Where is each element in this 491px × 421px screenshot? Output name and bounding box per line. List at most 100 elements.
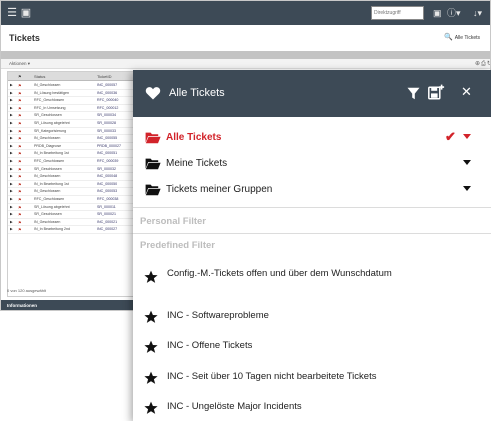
table-row[interactable]: ▶ ⚑ SR_Geschlossen SR_000032 <box>8 166 133 174</box>
ticket-id-cell[interactable]: INC_000051 <box>97 150 117 158</box>
status-cell: IN_Lösung bestätigen <box>34 90 69 95</box>
direct-access-input[interactable] <box>371 6 424 20</box>
expand-row-icon[interactable]: ▶ <box>10 90 13 98</box>
table-row[interactable]: ▶ ⚑ IN_Geschlossen INC_000048 <box>8 173 133 181</box>
ticket-id-cell[interactable]: INC_000050 <box>97 181 117 189</box>
predefined-filter-item[interactable]: Config.-M.-Tickets offen und über dem Wu… <box>133 268 491 296</box>
user-menu[interactable]: ↓▾ <box>473 7 482 19</box>
predefined-filter-item[interactable]: INC - Softwareprobleme <box>133 310 491 324</box>
heart-icon[interactable] <box>145 85 161 101</box>
ticket-id-cell[interactable]: SR_000021 <box>97 211 116 219</box>
expand-row-icon[interactable]: ▶ <box>10 128 13 136</box>
ticket-id-cell[interactable]: RFC_000012 <box>97 105 118 113</box>
ticket-id-cell[interactable]: INC_000036 <box>97 90 117 98</box>
chevron-down-icon[interactable] <box>463 160 471 165</box>
chevron-down-icon[interactable] <box>463 186 471 191</box>
expand-row-icon[interactable]: ▶ <box>10 219 13 227</box>
predefined-filter-item[interactable]: INC - Offene Tickets <box>133 340 491 354</box>
expand-row-icon[interactable]: ▶ <box>10 211 13 219</box>
grid-header: ⚑ Status TicketID <box>8 72 133 81</box>
expand-row-icon[interactable]: ▶ <box>10 112 13 120</box>
status-cell: IN_In Bearbeitung 2nd <box>34 227 70 232</box>
ticket-id-cell[interactable]: INC_000055 <box>97 135 117 143</box>
ticket-type-icon: ⚑ <box>18 212 22 218</box>
ticket-group-item[interactable]: Meine Tickets <box>133 151 491 177</box>
ticket-type-icon: ⚑ <box>18 181 22 187</box>
table-row[interactable]: ▶ ⚑ RFC_Geschlossen RFC_000039 <box>8 158 133 166</box>
all-tickets-button[interactable]: 🔍 Alle Tickets <box>444 33 480 43</box>
ticket-id-cell[interactable]: INC_000057 <box>97 82 117 90</box>
ticket-id-cell[interactable]: INC_000048 <box>97 173 117 181</box>
status-cell: RFC_Geschlossen <box>34 98 65 103</box>
ticket-group-item[interactable]: Tickets meiner Gruppen <box>133 177 491 203</box>
close-icon[interactable]: ✕ <box>461 85 472 99</box>
ticket-id-cell[interactable]: RFC_000039 <box>97 158 118 166</box>
chevron-down-icon[interactable] <box>463 134 471 139</box>
ticket-id-cell[interactable]: SR_000032 <box>97 166 116 174</box>
menu-icon[interactable]: ☰ <box>6 7 18 19</box>
ticket-id-cell[interactable]: SR_000034 <box>97 112 116 120</box>
expand-row-icon[interactable]: ▶ <box>10 226 13 234</box>
ticket-id-cell[interactable]: INC_000027 <box>97 226 117 234</box>
predefined-filter-item[interactable]: INC - Ungelöste Major Incidents <box>133 401 491 415</box>
table-row[interactable]: ▶ ⚑ RFC_In Umsetzung RFC_000012 <box>8 105 133 113</box>
ticket-id-cell[interactable]: SR_000028 <box>97 120 116 128</box>
expand-row-icon[interactable]: ▶ <box>10 120 13 128</box>
table-row[interactable]: ▶ ⚑ IN_Geschlossen INC_000053 <box>8 188 133 196</box>
expand-row-icon[interactable]: ▶ <box>10 158 13 166</box>
expand-row-icon[interactable]: ▶ <box>10 166 13 174</box>
expand-row-icon[interactable]: ▶ <box>10 82 13 90</box>
table-row[interactable]: ▶ ⚑ IN_Geschlossen INC_000057 <box>8 82 133 90</box>
status-cell: IN_In Bearbeitung 1st <box>34 151 69 156</box>
ticket-id-cell[interactable]: INC_000053 <box>97 188 117 196</box>
flag-column-icon: ⚑ <box>18 74 22 79</box>
table-row[interactable]: ▶ ⚑ RFC_Geschlossen RFC_000040 <box>8 97 133 105</box>
table-row[interactable]: ▶ ⚑ IN_In Bearbeitung 1st INC_000051 <box>8 150 133 158</box>
save-filter-icon[interactable] <box>428 84 445 100</box>
section-divider <box>133 233 491 234</box>
table-row[interactable]: ▶ ⚑ IN_In Bearbeitung 1st INC_000050 <box>8 181 133 189</box>
table-row[interactable]: ▶ ⚑ SR_Lösung abgelehnt SR_000028 <box>8 120 133 128</box>
ticket-id-cell[interactable]: INC_000021 <box>97 219 117 227</box>
predefined-filter-item[interactable]: INC - Seit über 10 Tagen nicht bearbeite… <box>133 371 491 385</box>
ticket-id-cell[interactable]: PRDB_000027 <box>97 143 121 151</box>
expand-row-icon[interactable]: ▶ <box>10 188 13 196</box>
window-icon[interactable]: ▣ <box>433 7 442 19</box>
table-row[interactable]: ▶ ⚑ IN_Lösung bestätigen INC_000036 <box>8 90 133 98</box>
information-label[interactable]: Informationen <box>7 303 37 308</box>
star-icon <box>144 401 158 414</box>
divider-strip <box>1 51 490 59</box>
ticket-group-item[interactable]: Alle Tickets ✔ <box>133 125 491 151</box>
expand-row-icon[interactable]: ▶ <box>10 135 13 143</box>
filter-icon[interactable] <box>407 87 420 100</box>
expand-row-icon[interactable]: ▶ <box>10 150 13 158</box>
section-divider <box>133 207 491 208</box>
grid-tool-icons[interactable]: ⊕⎙↻ <box>475 60 490 68</box>
table-row[interactable]: ▶ ⚑ IN_In Bearbeitung 2nd INC_000027 <box>8 226 133 234</box>
workspace-icon[interactable]: ▣ <box>20 7 32 19</box>
expand-row-icon[interactable]: ▶ <box>10 181 13 189</box>
expand-row-icon[interactable]: ▶ <box>10 105 13 113</box>
column-header-ticketid[interactable]: TicketID <box>97 72 112 81</box>
ticket-id-cell[interactable]: RFC_000040 <box>97 97 118 105</box>
ticket-id-cell[interactable]: RFC_000038 <box>97 196 118 204</box>
table-row[interactable]: ▶ ⚑ RFC_Geschlossen RFC_000038 <box>8 196 133 204</box>
ticket-id-cell[interactable]: SR_000033 <box>97 128 116 136</box>
table-row[interactable]: ▶ ⚑ IN_Geschlossen INC_000021 <box>8 219 133 227</box>
table-row[interactable]: ▶ ⚑ IN_Geschlossen INC_000055 <box>8 135 133 143</box>
column-header-status[interactable]: Status <box>34 72 45 81</box>
table-row[interactable]: ▶ ⚑ SR_Kategorisierung SR_000033 <box>8 128 133 136</box>
status-cell: IN_Geschlossen <box>34 83 61 87</box>
expand-row-icon[interactable]: ▶ <box>10 204 13 212</box>
help-menu[interactable]: ⓘ▾ <box>447 7 461 19</box>
table-row[interactable]: ▶ ⚑ SR_Geschlossen SR_000034 <box>8 112 133 120</box>
table-row[interactable]: ▶ ⚑ SR_Geschlossen SR_000021 <box>8 211 133 219</box>
ticket-id-cell[interactable]: SR_000011 <box>97 204 116 212</box>
table-row[interactable]: ▶ ⚑ PRDB_Diagnose PRDB_000027 <box>8 143 133 151</box>
expand-row-icon[interactable]: ▶ <box>10 173 13 181</box>
table-row[interactable]: ▶ ⚑ SR_Lösung abgelehnt SR_000011 <box>8 204 133 212</box>
expand-row-icon[interactable]: ▶ <box>10 196 13 204</box>
expand-row-icon[interactable]: ▶ <box>10 143 13 151</box>
actions-menu[interactable]: Aktionen ▾ <box>9 61 30 67</box>
expand-row-icon[interactable]: ▶ <box>10 97 13 105</box>
